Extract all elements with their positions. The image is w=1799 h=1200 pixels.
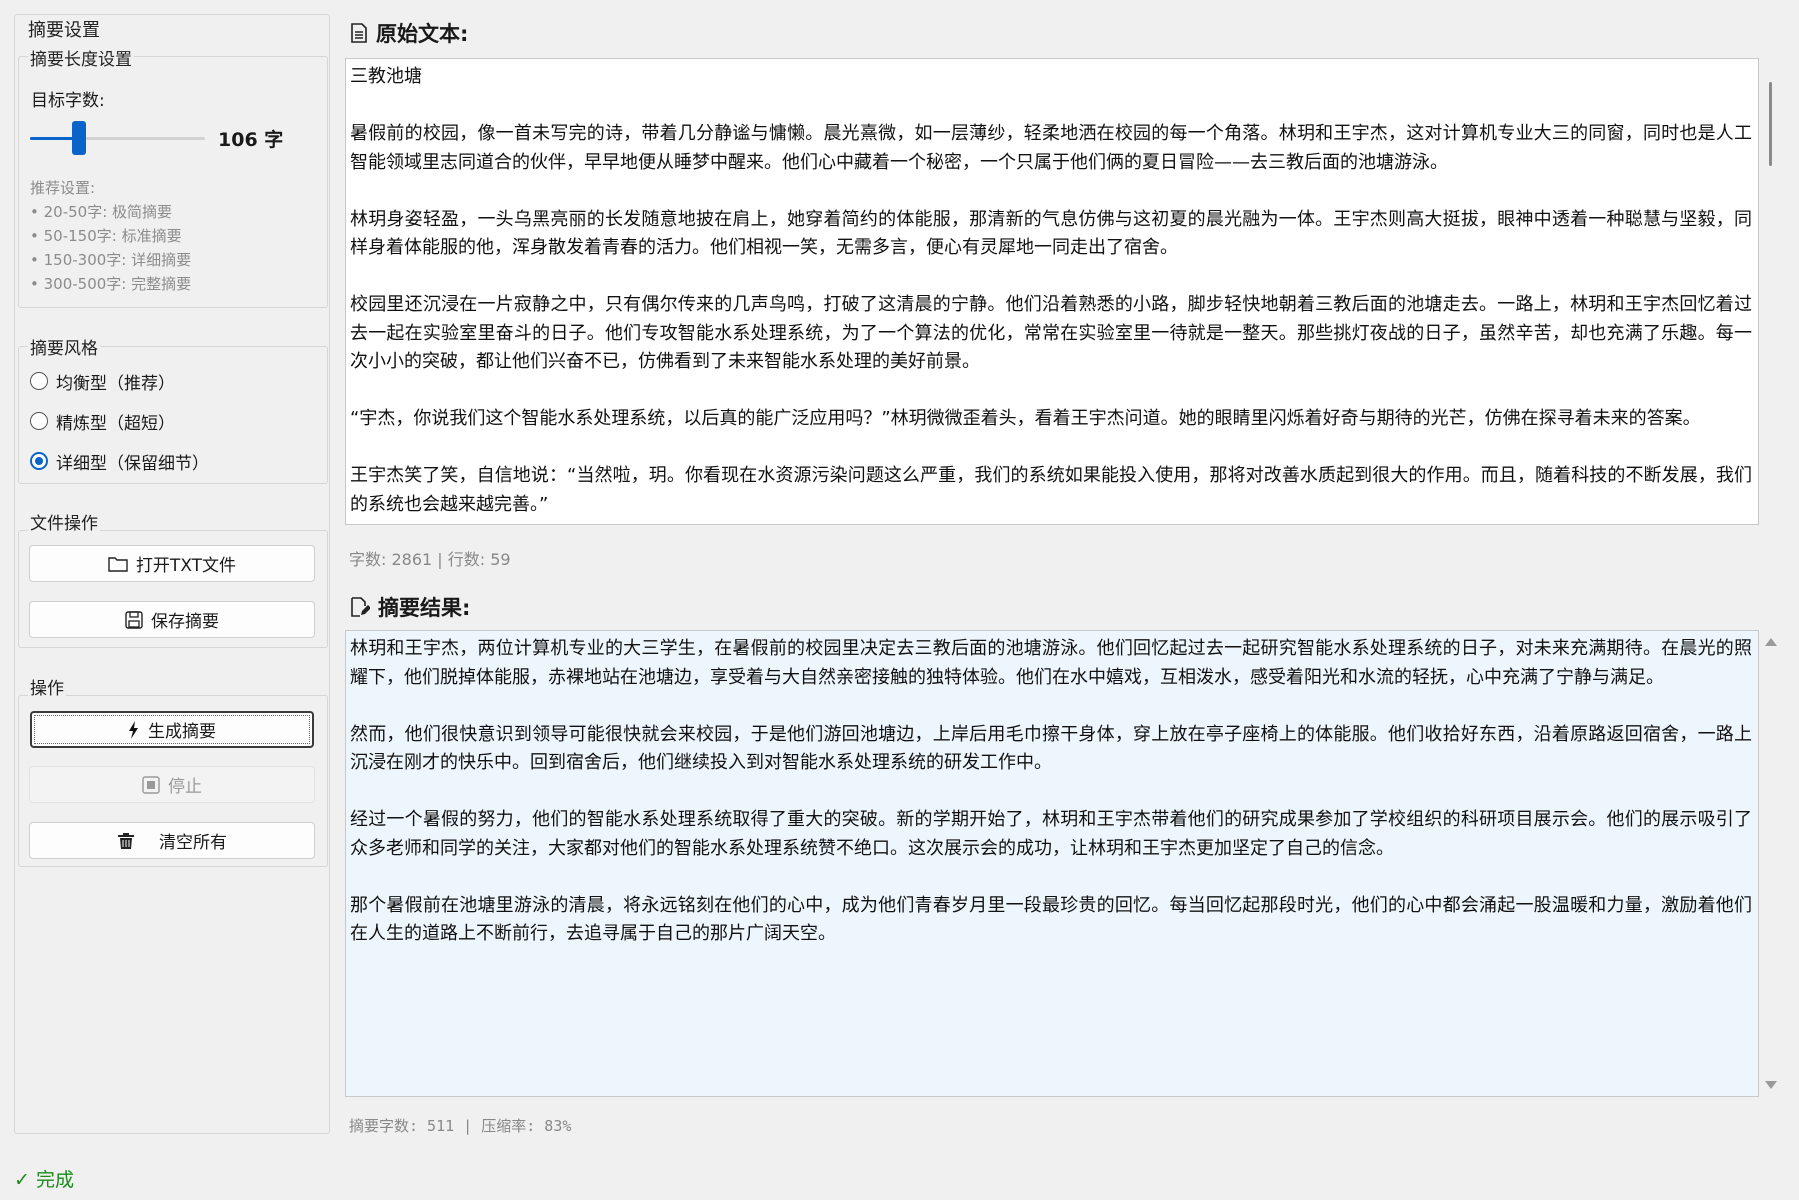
- open-txt-label: 打开TXT文件: [135, 556, 237, 576]
- style-option-label: 详细型（保留细节）: [56, 453, 209, 474]
- summary-scrollbar[interactable]: [1763, 630, 1777, 1097]
- scroll-up-arrow-icon[interactable]: [1765, 638, 1777, 646]
- original-text-title: 原始文本:: [350, 18, 468, 48]
- open-txt-button[interactable]: 打开TXT文件: [29, 545, 315, 582]
- rec-item: • 300-500字: 完整摘要: [30, 275, 192, 293]
- slider-value: 106 字: [218, 129, 284, 151]
- stop-button[interactable]: 停止: [29, 766, 315, 803]
- summary-paragraph: 林玥和王宇杰，两位计算机专业的大三学生，在暑假前的校园里决定去三教后面的池塘游泳…: [350, 638, 1752, 688]
- original-scrollbar[interactable]: [1763, 58, 1777, 525]
- status-text: ✓ 完成: [14, 1169, 74, 1191]
- file-ops-title: 文件操作: [28, 509, 100, 534]
- ops-title: 操作: [28, 674, 66, 699]
- text-paragraph: 王宇杰笑了笑，自信地说：“当然啦，玥。你看现在水资源污染问题这么严重，我们的系统…: [350, 465, 1752, 515]
- summary-paragraph: 经过一个暑假的努力，他们的智能水系处理系统取得了重大的突破。新的学期开始了，林玥…: [350, 809, 1752, 859]
- stop-label: 停止: [168, 777, 202, 797]
- style-option-concise[interactable]: 精炼型（超短）: [30, 406, 209, 436]
- lightning-icon: [129, 720, 138, 739]
- document-icon: [351, 23, 367, 43]
- trash-icon: [118, 832, 134, 849]
- text-paragraph: “宇杰，你说我们这个智能水系处理系统，以后真的能广泛应用吗？”林玥微微歪着头，看…: [350, 408, 1701, 429]
- folder-icon: [108, 556, 128, 572]
- save-icon: [125, 610, 143, 629]
- edit-document-icon: [351, 597, 370, 617]
- original-text-title-label: 原始文本:: [376, 22, 469, 46]
- style-option-label: 精炼型（超短）: [56, 413, 175, 434]
- stop-icon: [142, 775, 160, 794]
- rec-item: • 50-150字: 标准摘要: [30, 227, 182, 245]
- summary-title-label: 摘要结果:: [378, 596, 471, 620]
- settings-panel-title: 摘要设置: [26, 16, 102, 42]
- slider-thumb[interactable]: [71, 121, 86, 155]
- style-option-detailed[interactable]: 详细型（保留细节）: [30, 446, 209, 476]
- generate-summary-button[interactable]: 生成摘要: [30, 711, 314, 748]
- summary-title: 摘要结果:: [350, 592, 470, 622]
- original-text-area[interactable]: 三教池塘 暑假前的校园，像一首未写完的诗，带着几分静谧与慵懒。晨光熹微，如一层薄…: [345, 58, 1759, 525]
- rec-item: • 20-50字: 极简摘要: [30, 203, 173, 221]
- target-label: 目标字数:: [31, 91, 105, 111]
- text-paragraph: 三教池塘: [350, 66, 422, 87]
- style-options: 均衡型（推荐） 精炼型（超短） 详细型（保留细节）: [30, 366, 209, 476]
- length-slider[interactable]: [30, 120, 205, 156]
- style-title: 摘要风格: [28, 334, 100, 359]
- summary-paragraph: 那个暑假前在池塘里游泳的清晨，将永远铭刻在他们的心中，成为他们青春岁月里一段最珍…: [350, 894, 1752, 945]
- length-settings-title: 摘要长度设置: [28, 45, 134, 70]
- clear-all-label: 清空所有: [159, 833, 227, 853]
- radio-button[interactable]: [30, 412, 48, 430]
- scroll-down-arrow-icon[interactable]: [1765, 1081, 1777, 1089]
- text-paragraph: 林玥身姿轻盈，一头乌黑亮丽的长发随意地披在肩上，她穿着简约的体能服，那清新的气息…: [350, 208, 1752, 259]
- rec-title: 推荐设置:: [30, 179, 96, 197]
- summary-text-area[interactable]: 林玥和王宇杰，两位计算机专业的大三学生，在暑假前的校园里决定去三教后面的池塘游泳…: [345, 630, 1759, 1097]
- scrollbar-thumb[interactable]: [1769, 82, 1772, 166]
- radio-button[interactable]: [30, 452, 48, 470]
- save-summary-label: 保存摘要: [151, 612, 219, 632]
- text-paragraph: 暑假前的校园，像一首未写完的诗，带着几分静谧与慵懒。晨光熹微，如一层薄纱，轻柔地…: [350, 123, 1752, 173]
- style-option-label: 均衡型（推荐）: [56, 373, 175, 394]
- radio-button[interactable]: [30, 372, 48, 390]
- original-stats: 字数: 2861 | 行数: 59: [349, 550, 511, 569]
- rec-item: • 150-300字: 详细摘要: [30, 251, 192, 269]
- generate-summary-label: 生成摘要: [148, 722, 216, 742]
- summary-paragraph: 然而，他们很快意识到领导可能很快就会来校园，于是他们游回池塘边，上岸后用毛巾擦干…: [350, 723, 1752, 774]
- recommendations: 推荐设置: • 20-50字: 极简摘要 • 50-150字: 标准摘要 • 1…: [30, 176, 191, 296]
- clear-all-button[interactable]: 清空所有: [29, 822, 315, 859]
- save-summary-button[interactable]: 保存摘要: [29, 601, 315, 638]
- style-option-balanced[interactable]: 均衡型（推荐）: [30, 366, 209, 396]
- summary-stats: 摘要字数: 511 | 压缩率: 83%: [349, 1117, 572, 1135]
- text-paragraph: 校园里还沉浸在一片寂静之中，只有偶尔传来的几声鸟鸣，打破了这清晨的宁静。他们沿着…: [350, 294, 1752, 372]
